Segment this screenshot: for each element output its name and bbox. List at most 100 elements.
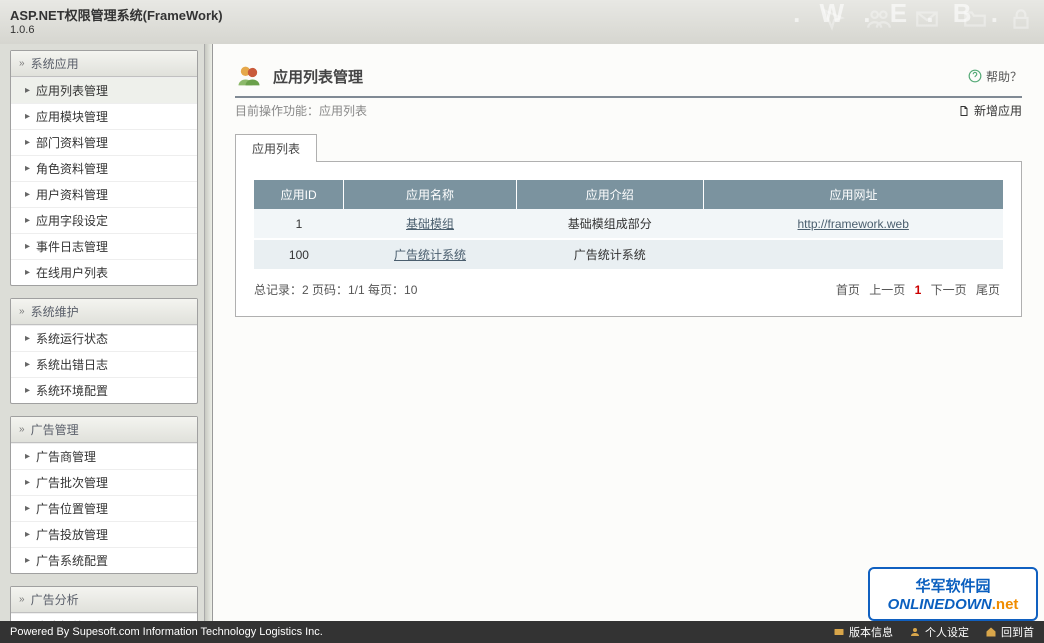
nav-group-ads-analysis: »广告分析 ▸广告投放分析 ▸广告每日流量 ▸注册用户统计 ▸每日流量汇总: [10, 586, 198, 624]
pager-next[interactable]: 下一页: [931, 283, 967, 297]
help-link-label: 帮助？: [986, 68, 1022, 85]
mail-icon: [912, 6, 942, 32]
lock-icon: [1008, 6, 1034, 32]
cell-app-url-link[interactable]: http://framework.web: [798, 217, 909, 231]
nav-item-event-log[interactable]: ▸事件日志管理: [11, 233, 197, 259]
nav-item-app-list[interactable]: ▸ 应用列表管理: [11, 77, 197, 103]
nav-item-label: 广告系统配置: [36, 552, 108, 569]
nav-group-label: 系统应用: [31, 55, 79, 72]
nav-item-ad-config[interactable]: ▸广告系统配置: [11, 547, 197, 573]
arrow-icon: ▸: [25, 333, 30, 344]
arrow-icon: ▸: [25, 85, 30, 96]
card-icon: [833, 626, 845, 638]
add-app-link[interactable]: 新增应用: [958, 102, 1022, 119]
people-icon: [864, 6, 894, 32]
nav-item-app-module[interactable]: ▸ 应用模块管理: [11, 103, 197, 129]
nav-item-ad-delivery[interactable]: ▸广告投放管理: [11, 521, 197, 547]
pager-first[interactable]: 首页: [836, 283, 860, 297]
nav-item-run-status[interactable]: ▸系统运行状态: [11, 325, 197, 351]
nav-group-label: 系统维护: [31, 303, 79, 320]
footer-copyright: Powered By Supesoft.com Information Tech…: [10, 626, 323, 638]
page-header: 应用列表管理 帮助？: [235, 62, 1022, 98]
footer-link-personal[interactable]: 个人设定: [909, 624, 969, 640]
arrow-icon: ▸: [25, 163, 30, 174]
nav-item-ad-batch[interactable]: ▸ 广告批次管理: [11, 469, 197, 495]
tab-app-list[interactable]: 应用列表: [235, 134, 317, 162]
cell-app-url: [703, 239, 1003, 270]
pager-prev[interactable]: 上一页: [869, 283, 905, 297]
arrow-icon: ▸: [25, 137, 30, 148]
cell-app-name-link[interactable]: 基础模组: [406, 217, 454, 231]
chevron-down-icon: »: [19, 424, 25, 435]
pager-row: 总记录：2 页码：1/1 每页：10 首页 上一页 1 下一页 尾页: [254, 281, 1003, 298]
col-app-name: 应用名称: [344, 180, 516, 209]
users-icon: [235, 62, 263, 90]
footer-link-label: 回到首: [1001, 624, 1034, 640]
arrow-icon: ▸: [25, 451, 30, 462]
page-title: 应用列表管理: [273, 66, 363, 87]
nav-item-user-info[interactable]: ▸用户资料管理: [11, 181, 197, 207]
arrow-icon: ▸: [25, 215, 30, 226]
nav-item-label: 广告商管理: [36, 448, 96, 465]
nav-item-label: 部门资料管理: [36, 134, 108, 151]
nav-item-label: 应用列表管理: [36, 82, 108, 99]
tab-panel: 应用ID 应用名称 应用介绍 应用网址 1 基础模组 基础模组成部分 http:…: [235, 161, 1022, 317]
nav-group-system-maint: »系统维护 ▸系统运行状态 ▸ 系统出错日志 ▸系统环境配置: [10, 298, 198, 404]
watermark-en: ONLINEDOWN.net: [888, 596, 1019, 613]
nav-item-label: 广告投放管理: [36, 526, 108, 543]
app-header: ASP.NET权限管理系统(FrameWork) 1.0.6 . W . E .…: [0, 0, 1044, 44]
nav-item-label: 广告批次管理: [36, 474, 108, 491]
nav-group-header[interactable]: »广告分析: [11, 587, 197, 613]
table-row: 1 基础模组 基础模组成部分 http://framework.web: [254, 209, 1003, 239]
nav-item-advertiser[interactable]: ▸ 广告商管理: [11, 443, 197, 469]
watermark-en-prefix: ONLINEDOWN: [888, 596, 992, 613]
arrow-icon: ▸: [25, 477, 30, 488]
pager-current: 1: [915, 283, 922, 297]
footer-links: 版本信息 个人设定 回到首: [833, 624, 1034, 640]
header-icon-row: [820, 6, 1034, 32]
nav-item-field-config[interactable]: ▸ 应用字段设定: [11, 207, 197, 233]
arrow-icon: ▸: [25, 241, 30, 252]
nav-group-header[interactable]: » 系统应用: [11, 51, 197, 77]
nav-group-header[interactable]: »广告管理: [11, 417, 197, 443]
chevron-down-icon: »: [19, 594, 25, 605]
help-link[interactable]: 帮助？: [968, 68, 1022, 85]
home-icon: [985, 626, 997, 638]
nav-group-system-app: » 系统应用 ▸ 应用列表管理 ▸ 应用模块管理 ▸ 部门资料管理 ▸ 角色资料管理 ▸用…: [10, 50, 198, 286]
nav-item-label: 系统出错日志: [36, 356, 108, 373]
new-doc-icon: [958, 104, 970, 118]
help-icon: [968, 69, 982, 83]
cell-app-id: 100: [254, 239, 344, 270]
content-area: 应用列表管理 帮助？ 目前操作功能：应用列表 新增应用 应用列表 应用ID: [213, 44, 1044, 624]
nav-item-label: 应用字段设定: [36, 212, 108, 229]
nav-item-label: 角色资料管理: [36, 160, 108, 177]
nav-item-label: 在线用户列表: [36, 264, 108, 281]
chevron-down-icon: »: [19, 58, 25, 69]
arrow-icon: ▸: [25, 503, 30, 514]
arrow-icon: ▸: [25, 111, 30, 122]
pager-last[interactable]: 尾页: [976, 283, 1000, 297]
person-icon: [909, 626, 921, 638]
watermark-en-suffix: .net: [992, 596, 1019, 613]
nav-item-error-log[interactable]: ▸ 系统出错日志: [11, 351, 197, 377]
nav-item-dept-info[interactable]: ▸ 部门资料管理: [11, 129, 197, 155]
nav-item-role-info[interactable]: ▸ 角色资料管理: [11, 155, 197, 181]
nav-item-ad-position[interactable]: ▸广告位置管理: [11, 495, 197, 521]
footer-link-home[interactable]: 回到首: [985, 624, 1034, 640]
table-row: 100 广告统计系统 广告统计系统: [254, 239, 1003, 270]
nav-item-env-config[interactable]: ▸系统环境配置: [11, 377, 197, 403]
watermark-cn: 华军软件园: [915, 575, 990, 596]
cell-app-name-link[interactable]: 广告统计系统: [394, 248, 466, 262]
pager-links: 首页 上一页 1 下一页 尾页: [833, 281, 1003, 298]
sidebar: » 系统应用 ▸ 应用列表管理 ▸ 应用模块管理 ▸ 部门资料管理 ▸ 角色资料管理 ▸用…: [0, 44, 205, 624]
splitter[interactable]: [205, 44, 213, 624]
nav-group-ads-mgmt: »广告管理 ▸广告商管理 ▸广告批次管理 ▸广告位置管理 ▸广告投放管理 ▸广告…: [10, 416, 198, 574]
footer-link-version[interactable]: 版本信息: [833, 624, 893, 640]
arrow-icon: ▸: [25, 385, 30, 396]
pager-summary: 总记录：2 页码：1/1 每页：10: [254, 281, 417, 298]
arrow-icon: ▸: [25, 359, 30, 370]
nav-group-header[interactable]: »系统维护: [11, 299, 197, 325]
nav-item-online-users[interactable]: ▸在线用户列表: [11, 259, 197, 285]
app-table: 应用ID 应用名称 应用介绍 应用网址 1 基础模组 基础模组成部分 http:…: [254, 180, 1003, 271]
nav-item-label: 应用模块管理: [36, 108, 108, 125]
